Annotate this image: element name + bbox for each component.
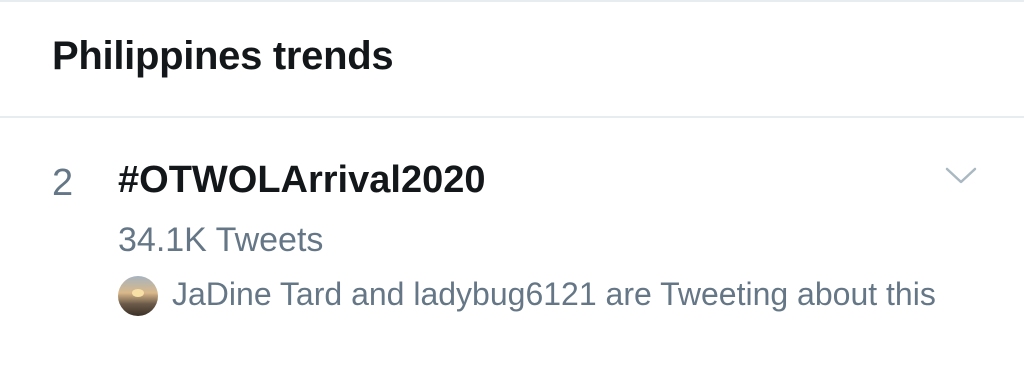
trends-header: Philippines trends	[0, 2, 1024, 118]
trend-item[interactable]: 2 #OTWOLArrival2020 34.1K Tweets JaDine …	[0, 118, 1024, 390]
page-title: Philippines trends	[52, 34, 394, 78]
trend-rank: 2	[52, 162, 74, 204]
chevron-down-icon[interactable]	[944, 166, 978, 186]
trend-hashtag[interactable]: #OTWOLArrival2020	[118, 159, 485, 202]
user-avatar	[118, 276, 158, 316]
tweet-count: 34.1K Tweets	[118, 221, 324, 259]
social-context-text: JaDine Tard and ladybug6121 are Tweeting…	[172, 276, 936, 312]
avatar-sunset-graphic	[132, 289, 144, 297]
